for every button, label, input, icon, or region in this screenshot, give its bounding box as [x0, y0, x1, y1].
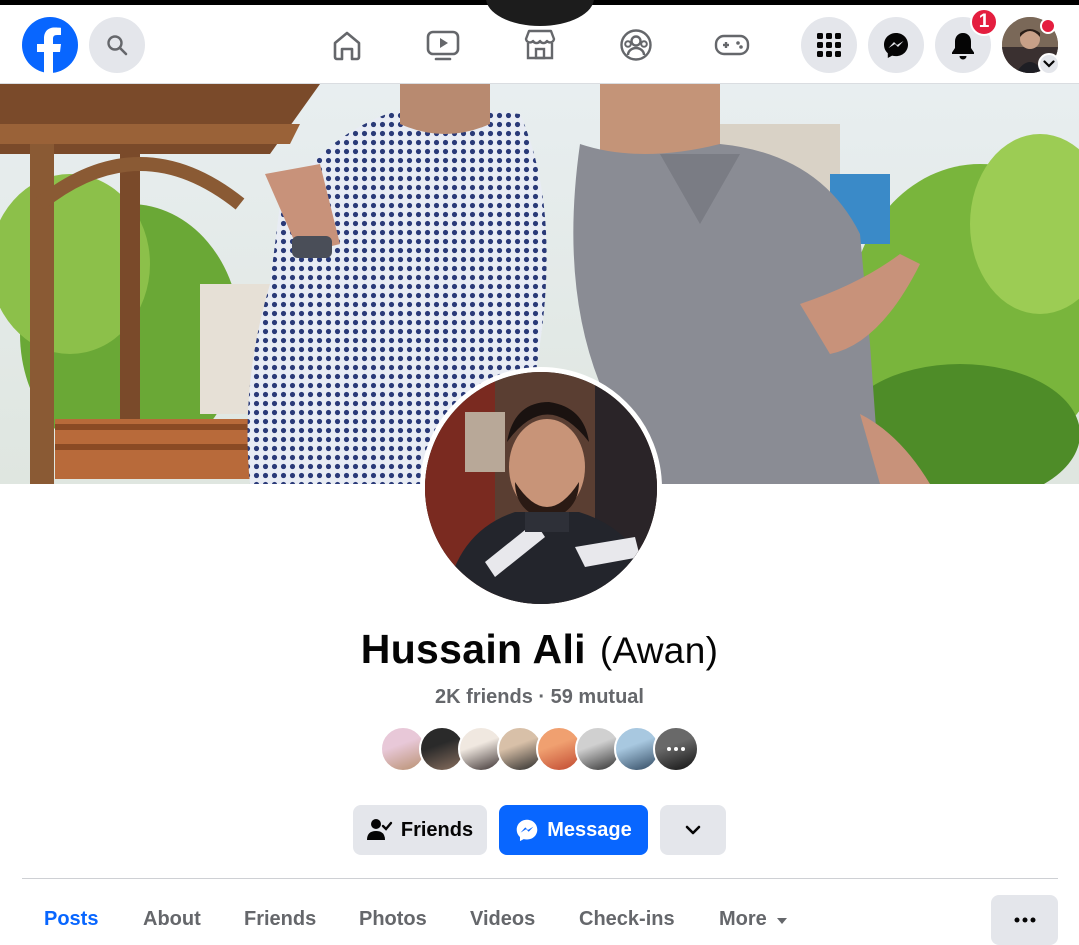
chevron-down-icon — [1043, 60, 1055, 68]
tab-label: Photos — [359, 908, 427, 930]
messenger-button[interactable] — [868, 17, 924, 73]
messenger-icon — [884, 33, 908, 58]
message-button-label: Message — [547, 818, 632, 841]
facebook-logo[interactable] — [22, 17, 78, 73]
nav-groups[interactable] — [611, 22, 661, 68]
tab-photos[interactable]: Photos — [359, 908, 427, 931]
friends-button-label: Friends — [400, 818, 474, 841]
tab-videos[interactable]: Videos — [470, 908, 535, 931]
nav-marketplace[interactable] — [515, 22, 565, 68]
tab-label: Videos — [470, 908, 536, 930]
profile-picture[interactable] — [420, 367, 662, 609]
marketplace-icon — [524, 29, 556, 60]
tab-about[interactable]: About — [143, 908, 201, 931]
tab-friends[interactable]: Friends — [244, 908, 316, 931]
video-icon — [426, 30, 460, 61]
account-menu-chevron[interactable] — [1038, 53, 1060, 75]
message-button[interactable]: Message — [499, 805, 648, 855]
overflow-dot — [674, 747, 678, 751]
tab-label: Friends — [244, 908, 317, 930]
mutual-friends-avatars[interactable] — [380, 726, 699, 772]
tab-label: About — [143, 908, 201, 930]
more-dots-icon — [1014, 917, 1035, 923]
mutual-friend-8[interactable] — [653, 726, 699, 772]
chevron-down-icon — [685, 825, 701, 835]
notification-count-badge: 1 — [970, 8, 998, 36]
profile-display-name: Hussain Ali — [360, 626, 586, 672]
tab-posts[interactable]: Posts — [44, 908, 98, 931]
profile-options-dropdown[interactable] — [660, 805, 726, 855]
friends-count[interactable]: 2K friends · 59 mutual — [0, 686, 1079, 709]
nav-gaming[interactable] — [707, 22, 757, 68]
tab-options-button[interactable] — [991, 895, 1058, 945]
menu-grid-icon — [817, 33, 841, 57]
home-icon — [333, 31, 361, 61]
online-status-dot — [1040, 18, 1056, 34]
messenger-icon — [516, 819, 538, 842]
tab-label: Check-ins — [579, 908, 675, 930]
search-icon — [107, 35, 128, 56]
tab-more[interactable]: More — [719, 908, 788, 931]
search-button[interactable] — [89, 17, 145, 73]
menu-button[interactable] — [801, 17, 857, 73]
gaming-icon — [714, 34, 750, 56]
friends-button[interactable]: Friends — [353, 805, 487, 855]
tab-check-ins[interactable]: Check-ins — [579, 908, 675, 931]
more-mutual-overlay — [655, 728, 697, 770]
section-divider — [22, 878, 1058, 879]
profile-alternate-name: (Awan) — [599, 630, 719, 671]
add-friend-check-icon — [366, 819, 393, 840]
groups-icon — [620, 29, 652, 61]
tab-label: Posts — [44, 908, 99, 930]
caret-down-icon — [776, 918, 787, 924]
bell-icon — [952, 33, 974, 60]
tab-label: More — [719, 908, 767, 930]
profile-name: Hussain Ali (Awan) — [0, 626, 1079, 673]
overflow-dot — [667, 747, 671, 751]
nav-home[interactable] — [322, 22, 372, 68]
nav-watch[interactable] — [418, 22, 468, 68]
overflow-dot — [681, 747, 685, 751]
